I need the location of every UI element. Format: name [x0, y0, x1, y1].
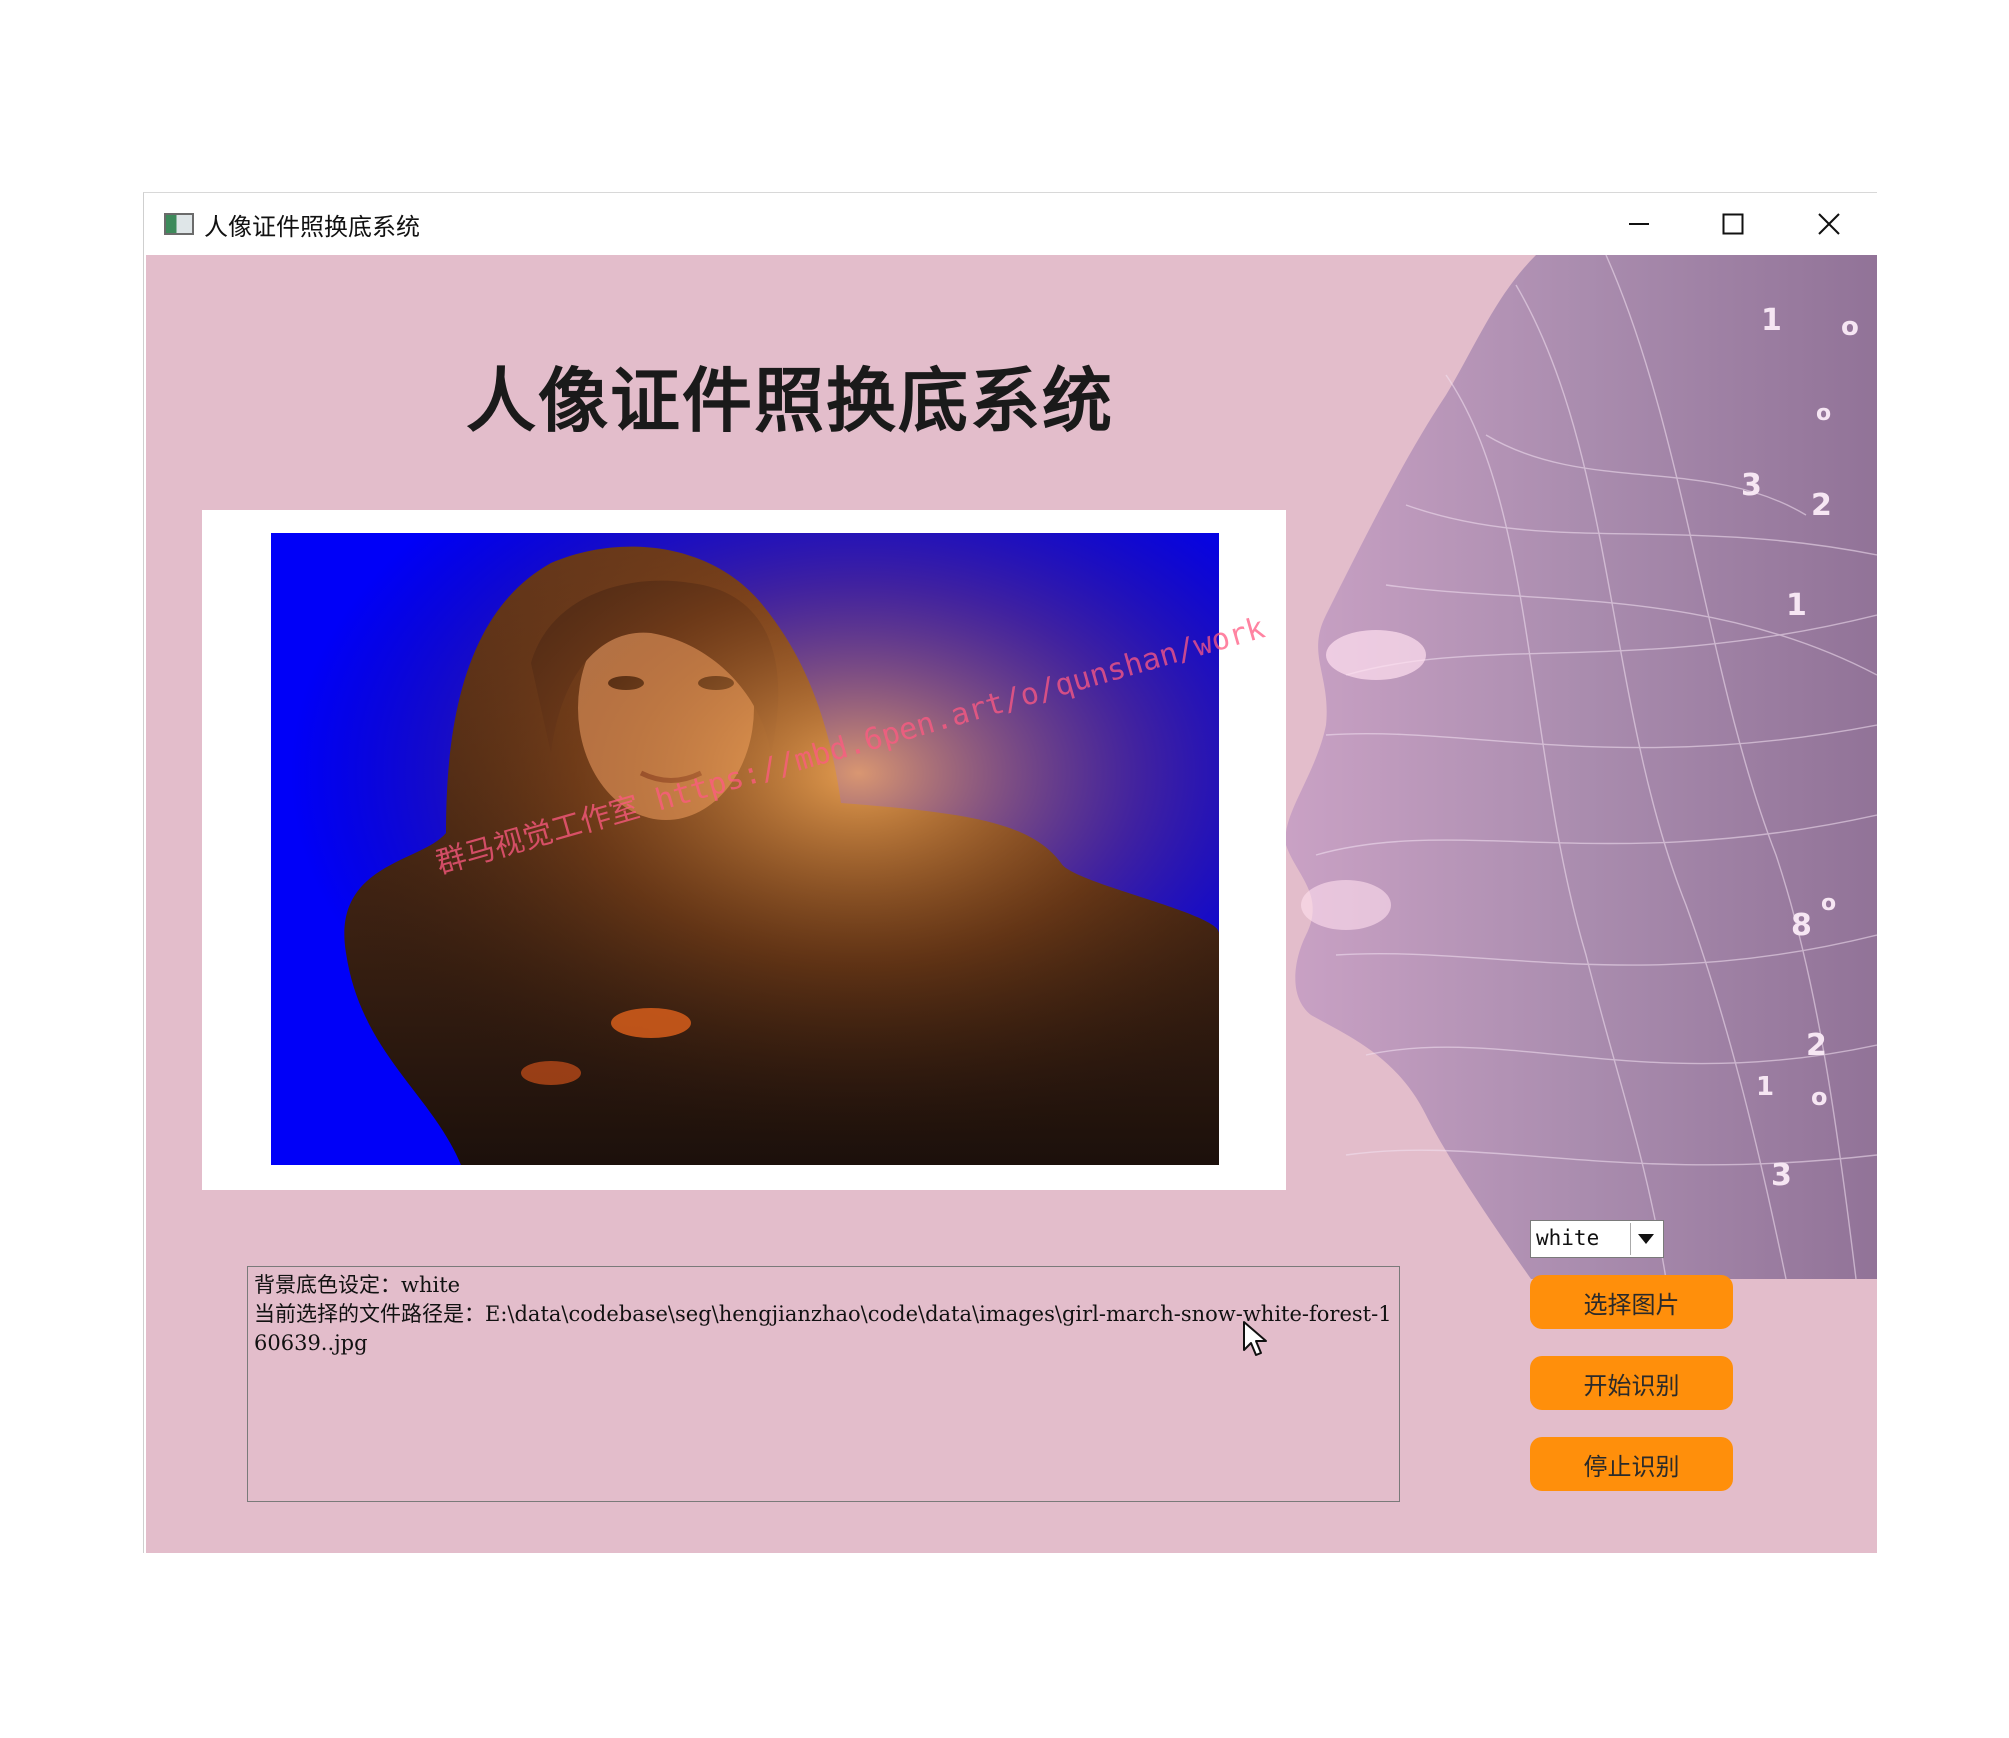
mouse-cursor-icon: [1243, 1321, 1267, 1356]
close-icon: [1818, 213, 1840, 235]
start-recognition-button[interactable]: 开始识别: [1530, 1356, 1733, 1410]
maximize-icon: [1722, 213, 1744, 235]
dropdown-arrow-icon[interactable]: [1630, 1223, 1661, 1255]
face-illustration: 1o o 32 1 8o 2o 1 3: [1286, 255, 1877, 1279]
background-color-select[interactable]: white: [1530, 1220, 1664, 1258]
svg-text:1: 1: [1761, 303, 1782, 338]
portrait-image: [271, 533, 1219, 1165]
svg-text:3: 3: [1771, 1158, 1792, 1193]
app-icon: [164, 213, 194, 235]
select-image-button[interactable]: 选择图片: [1530, 1275, 1733, 1329]
svg-text:o: o: [1811, 1083, 1828, 1111]
window-title: 人像证件照换底系统: [204, 213, 420, 241]
svg-text:o: o: [1841, 312, 1859, 342]
minimize-icon: [1629, 223, 1649, 225]
svg-text:o: o: [1821, 891, 1836, 916]
svg-text:o: o: [1816, 401, 1831, 426]
svg-text:3: 3: [1741, 468, 1762, 503]
page-heading: 人像证件照换底系统: [466, 360, 1114, 442]
maximize-button[interactable]: [1708, 201, 1758, 247]
svg-text:8: 8: [1791, 908, 1812, 943]
svg-text:1: 1: [1786, 588, 1807, 623]
log-output[interactable]: 背景底色设定：white 当前选择的文件路径是：E:\data\codebase…: [247, 1266, 1400, 1502]
stop-recognition-button[interactable]: 停止识别: [1530, 1437, 1733, 1491]
title-bar[interactable]: 人像证件照换底系统: [144, 193, 1877, 255]
photo-frame: [202, 510, 1286, 1190]
app-window: 人像证件照换底系统 1 o o 3 2 1 8 o 2 o 1 3 人像证件照换…: [143, 192, 1877, 1553]
log-line-file-path: 当前选择的文件路径是：E:\data\codebase\seg\hengjian…: [254, 1302, 1392, 1355]
close-button[interactable]: [1804, 201, 1854, 247]
client-area: 1o o 32 1 8o 2o 1 3 人像证件照换底系统 背景底色设定：whi…: [146, 255, 1877, 1553]
background-color-value: white: [1536, 1226, 1600, 1250]
portrait-photo: [271, 533, 1219, 1165]
log-line-background-color: 背景底色设定：white: [254, 1273, 461, 1297]
minimize-button[interactable]: [1614, 201, 1664, 247]
svg-text:2: 2: [1806, 1028, 1827, 1063]
svg-text:2: 2: [1811, 488, 1832, 523]
svg-text:1: 1: [1756, 1072, 1774, 1102]
